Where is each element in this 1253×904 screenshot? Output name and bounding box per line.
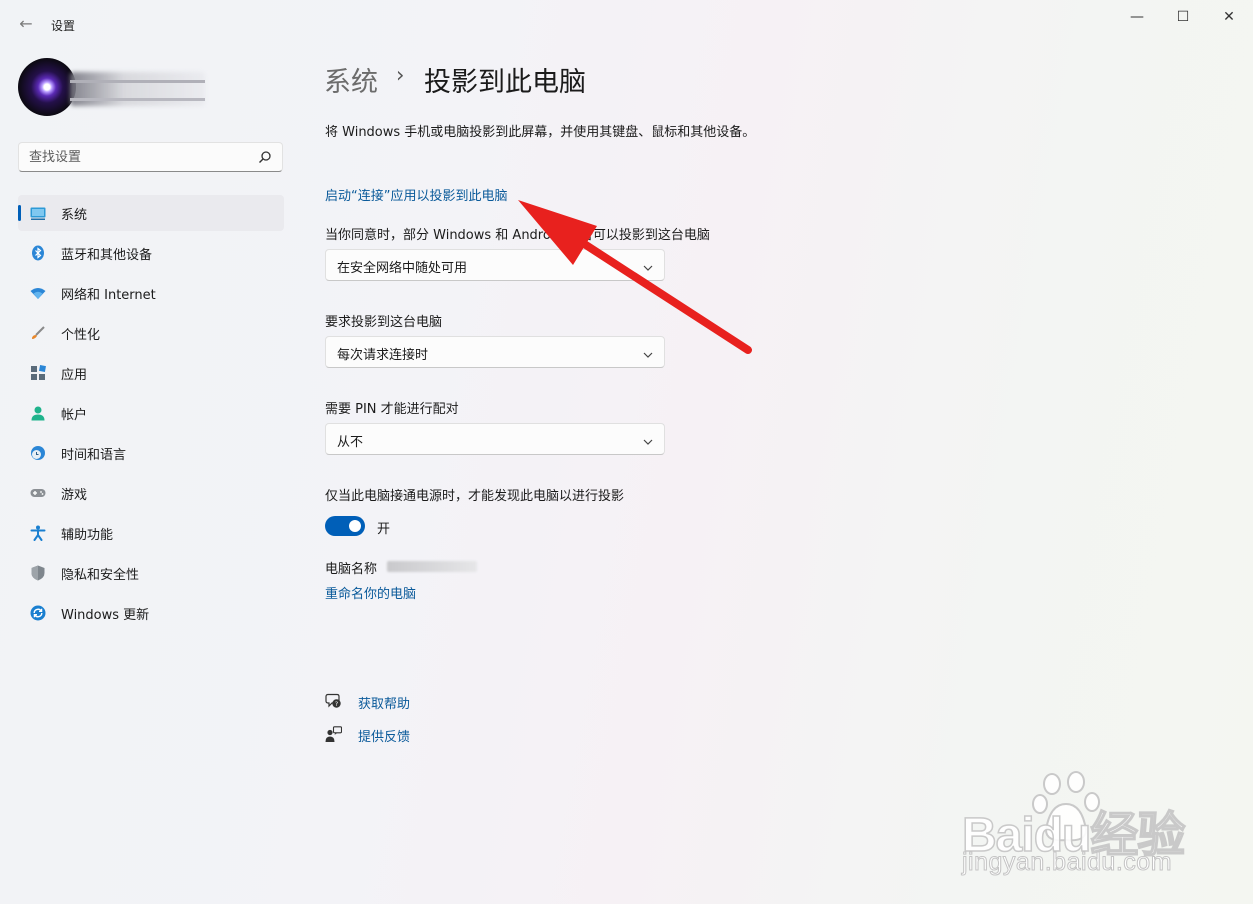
toggle-knob [349, 520, 361, 532]
dropdown-value: 在安全网络中随处可用 [337, 261, 468, 276]
pc-name-label: 电脑名称 [325, 562, 378, 577]
gamepad-icon [30, 485, 46, 501]
maximize-button[interactable]: ☐ [1169, 6, 1197, 28]
svg-text:?: ? [335, 700, 338, 708]
sidebar-item-time-language[interactable]: 时间和语言 [18, 435, 284, 471]
sidebar-item-label: 个性化 [61, 327, 101, 343]
help-icon: ? [325, 692, 342, 713]
back-button[interactable]: ← [16, 14, 36, 34]
sidebar-item-system[interactable]: 系统 [18, 195, 284, 231]
chevron-down-icon [642, 259, 654, 278]
sidebar-item-label: 辅助功能 [61, 527, 114, 543]
power-discovery-toggle[interactable] [325, 516, 365, 536]
breadcrumb-separator: › [396, 63, 405, 87]
sidebar-item-accessibility[interactable]: 辅助功能 [18, 515, 284, 551]
get-help-link[interactable]: 获取帮助 [358, 693, 410, 712]
pin-pairing-dropdown[interactable]: 从不 [325, 423, 665, 455]
search-input[interactable] [19, 143, 249, 171]
sidebar-item-label: 系统 [61, 207, 88, 223]
bluetooth-icon [30, 245, 46, 261]
close-button[interactable]: ✕ [1215, 6, 1243, 28]
pin-pairing-label: 需要 PIN 才能进行配对 [325, 402, 459, 417]
search-icon[interactable] [258, 149, 272, 168]
account-icon [30, 405, 46, 421]
wifi-icon [30, 285, 46, 301]
sidebar-item-label: 应用 [61, 367, 88, 383]
brush-icon [30, 325, 46, 341]
pc-name-value-redacted [387, 561, 477, 572]
apps-icon [30, 365, 46, 381]
watermark-url: jingyan.baidu.com [961, 848, 1173, 877]
update-icon [30, 605, 46, 621]
sidebar-item-label: 帐户 [61, 407, 88, 423]
user-email-line [70, 98, 205, 101]
dropdown-value: 从不 [337, 435, 364, 450]
sidebar-item-label: 游戏 [61, 487, 88, 503]
page-description: 将 Windows 手机或电脑投影到此屏幕，并使用其键盘、鼠标和其他设备。 [325, 125, 756, 140]
sidebar-item-label: 蓝牙和其他设备 [61, 247, 153, 263]
sidebar-item-bluetooth[interactable]: 蓝牙和其他设备 [18, 235, 284, 271]
sidebar-item-accounts[interactable]: 帐户 [18, 395, 284, 431]
user-name-line [70, 80, 205, 83]
sidebar-item-gaming[interactable]: 游戏 [18, 475, 284, 511]
minimize-button[interactable]: — [1123, 6, 1151, 28]
power-discovery-label: 仅当此电脑接通电源时，才能发现此电脑以进行投影 [325, 489, 625, 504]
search-box[interactable] [18, 142, 283, 172]
launch-connect-app-link[interactable]: 启动“连接”应用以投影到此电脑 [325, 185, 507, 204]
system-icon [30, 205, 46, 221]
sidebar-item-label: Windows 更新 [61, 607, 150, 623]
request-projection-label: 要求投影到这台电脑 [325, 315, 443, 330]
request-projection-dropdown[interactable]: 每次请求连接时 [325, 336, 665, 368]
dropdown-value: 每次请求连接时 [337, 348, 429, 363]
sidebar-item-privacy[interactable]: 隐私和安全性 [18, 555, 284, 591]
breadcrumb-parent[interactable]: 系统 [324, 60, 378, 99]
toggle-state-label: 开 [377, 522, 391, 537]
sidebar-item-label: 网络和 Internet [61, 287, 156, 303]
feedback-link[interactable]: 提供反馈 [358, 726, 410, 745]
chevron-down-icon [642, 346, 654, 365]
sidebar-item-label: 时间和语言 [61, 447, 127, 463]
feedback-icon [325, 726, 343, 747]
sidebar-item-apps[interactable]: 应用 [18, 355, 284, 391]
shield-icon [30, 565, 46, 581]
sidebar-item-network[interactable]: 网络和 Internet [18, 275, 284, 311]
sidebar-item-windows-update[interactable]: Windows 更新 [18, 595, 284, 631]
accessibility-icon [30, 525, 46, 541]
chevron-down-icon [642, 433, 654, 452]
time-language-icon [30, 445, 46, 461]
sidebar-nav: 系统 蓝牙和其他设备 网络和 Internet 个性化 应用 帐户 时间和语言 … [18, 195, 284, 635]
window-title: 设置 [51, 19, 76, 33]
rename-pc-link[interactable]: 重命名你的电脑 [325, 583, 416, 602]
sidebar-item-label: 隐私和安全性 [61, 567, 140, 583]
availability-dropdown[interactable]: 在安全网络中随处可用 [325, 249, 665, 281]
page-title: 投影到此电脑 [424, 67, 586, 98]
availability-label: 当你同意时，部分 Windows 和 Android 设备可以投影到这台电脑 [325, 228, 710, 243]
avatar[interactable] [18, 58, 76, 116]
sidebar-item-personalization[interactable]: 个性化 [18, 315, 284, 351]
